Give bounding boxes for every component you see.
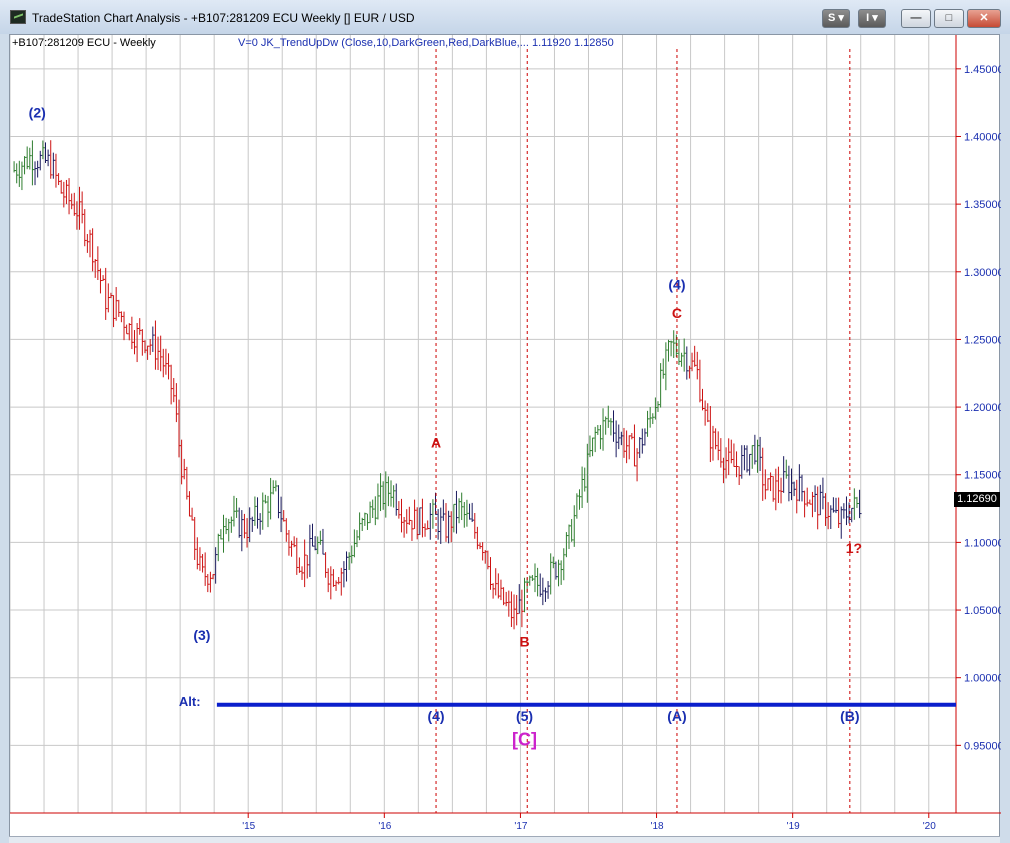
minimize-button[interactable]: —	[901, 9, 931, 28]
y-tick-label: 1.25000	[964, 334, 1001, 346]
y-tick-label: 1.40000	[964, 131, 1001, 143]
x-tick-label: '19	[787, 821, 800, 832]
y-tick-label: 1.30000	[964, 267, 1001, 279]
close-button[interactable]: ✕	[967, 9, 1001, 28]
x-tick-label: '20	[923, 821, 936, 832]
grid-lines	[10, 35, 956, 813]
tradestation-app-icon	[10, 10, 26, 24]
wave-label: C	[672, 305, 682, 321]
wave-label: [C]	[512, 729, 537, 749]
y-tick-label: 1.35000	[964, 199, 1001, 211]
y-tick-label: 1.00000	[964, 673, 1001, 685]
last-price-badge: 1.12690	[954, 492, 1000, 507]
wave-label: (5)	[516, 708, 533, 724]
wave-label: A	[431, 435, 441, 451]
i-menu-button[interactable]: I ▾	[858, 9, 886, 28]
horizontal-scrollbar[interactable]	[9, 836, 1000, 843]
wave-annotations: Alt: (2) (3) A B (4) C 1? (4) (5) [C] (A) (B)	[29, 49, 956, 813]
symbol-label: +B107:281209 ECU - Weekly	[12, 37, 156, 49]
title-bar[interactable]: TradeStation Chart Analysis - +B107:2812…	[0, 0, 1010, 34]
maximize-button[interactable]: □	[934, 9, 964, 28]
wave-label: (4)	[427, 708, 444, 724]
indicator-label: V=0 JK_TrendUpDw (Close,10,DarkGreen,Red…	[238, 37, 614, 49]
y-tick-label: 1.05000	[964, 605, 1001, 617]
x-tick-label: '15	[242, 821, 255, 832]
wave-label: (2)	[29, 105, 46, 121]
y-tick-label: 1.15000	[964, 470, 1001, 482]
s-menu-button[interactable]: S ▾	[822, 9, 850, 28]
x-tick-label: '18	[651, 821, 664, 832]
y-tick-label: 0.95000	[964, 740, 1001, 752]
app-window: TradeStation Chart Analysis - +B107:2812…	[0, 0, 1010, 843]
wave-label: (B)	[840, 708, 859, 724]
wave-label: (A)	[667, 708, 686, 724]
y-tick-label: 1.20000	[964, 402, 1001, 414]
x-tick-label: '17	[514, 821, 527, 832]
y-tick-label: 1.10000	[964, 537, 1001, 549]
window-title: TradeStation Chart Analysis - +B107:2812…	[32, 11, 415, 25]
chart-panel[interactable]: 1.45000 1.40000 1.35000 1.30000 1.25000 1.200…	[9, 34, 1001, 840]
alt-label: Alt:	[179, 694, 201, 709]
price-bars	[13, 140, 862, 630]
y-tick-label: 1.45000	[964, 64, 1001, 76]
wave-label: 1?	[846, 540, 862, 556]
x-tick-label: '16	[378, 821, 391, 832]
price-chart[interactable]: 1.45000 1.40000 1.35000 1.30000 1.25000 1.200…	[10, 35, 1001, 840]
wave-label: B	[519, 634, 529, 650]
wave-label: (4)	[668, 276, 685, 292]
wave-label: (3)	[193, 627, 210, 643]
